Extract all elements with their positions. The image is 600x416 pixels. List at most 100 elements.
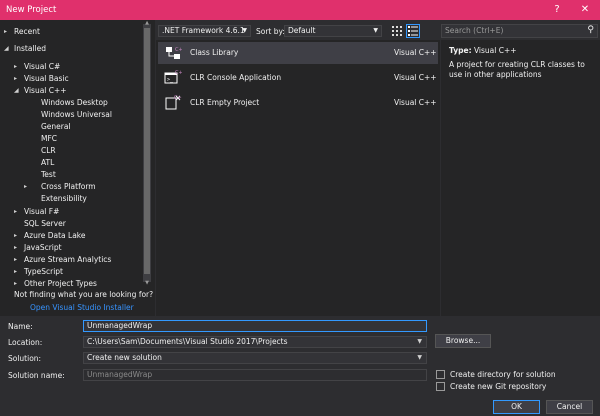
tree-item[interactable]: ▸ JavaScript: [14, 242, 62, 254]
tree-item-label: Azure Data Lake: [24, 231, 86, 240]
tree-item-label: Windows Desktop: [41, 98, 108, 107]
help-button[interactable]: ?: [550, 3, 564, 17]
tree-item-label: MFC: [41, 134, 58, 143]
create-git-label: Create new Git repository: [450, 382, 547, 391]
sort-by-label: Sort by:: [256, 27, 285, 36]
tree-scrollbar[interactable]: ▲ ▼: [143, 20, 151, 286]
tree-item[interactable]: Windows Desktop: [24, 97, 108, 109]
description-panel: Type: Visual C++ A project for creating …: [441, 40, 600, 316]
tree-item[interactable]: MFC: [24, 133, 57, 145]
list-view-button[interactable]: [406, 24, 420, 38]
tree-item[interactable]: ▸ Cross Platform: [24, 181, 96, 193]
type-line: Type: Visual C++: [449, 46, 517, 55]
solution-select[interactable]: Create new solution ▼: [83, 352, 427, 364]
tree-item[interactable]: CLR: [24, 145, 56, 157]
sort-select[interactable]: Default ▼: [284, 25, 382, 37]
create-directory-label: Create directory for solution: [450, 370, 556, 379]
title-bar: New Project ? ✕: [0, 0, 600, 20]
template-row[interactable]: C++ CLR Empty Project Visual C++: [158, 92, 438, 114]
collapse-arrow-icon[interactable]: ◢: [4, 43, 9, 55]
solution-label: Solution:: [8, 354, 42, 363]
name-label: Name:: [8, 322, 33, 331]
chevron-down-icon: ▼: [242, 27, 247, 34]
project-form: Name: UnmanagedWrap Location: C:\Users\S…: [0, 316, 600, 416]
tree-item[interactable]: Test: [24, 169, 56, 181]
expand-arrow-icon[interactable]: ▸: [14, 61, 17, 73]
tree-item[interactable]: ▸ Recent: [4, 26, 40, 38]
search-icon[interactable]: ⚲: [587, 24, 594, 36]
tree-item-label: General: [41, 122, 71, 131]
tree-item[interactable]: ▸ Azure Stream Analytics: [14, 254, 111, 266]
template-language: Visual C++: [394, 73, 437, 82]
scrollbar-thumb[interactable]: [144, 28, 150, 274]
browse-button[interactable]: Browse...: [435, 334, 491, 348]
tree-item-label: ATL: [41, 158, 55, 167]
tree-item[interactable]: General: [24, 121, 71, 133]
tree-item[interactable]: ▸ Visual F#: [14, 206, 59, 218]
tree-item[interactable]: ▸ Visual Basic: [14, 73, 69, 85]
template-language: Visual C++: [394, 48, 437, 57]
sort-value: Default: [288, 26, 316, 35]
tree-item[interactable]: ▸ Visual C#: [14, 61, 60, 73]
template-row[interactable]: C++ Class Library Visual C++: [158, 42, 438, 64]
expand-arrow-icon[interactable]: ▸: [14, 254, 17, 266]
expand-arrow-icon[interactable]: ▸: [14, 206, 17, 218]
close-button[interactable]: ✕: [578, 3, 592, 17]
search-input[interactable]: Search (Ctrl+E) ⚲: [441, 24, 598, 38]
tree-item[interactable]: ATL: [24, 157, 54, 169]
solution-name-field[interactable]: UnmanagedWrap: [83, 369, 427, 381]
name-field[interactable]: UnmanagedWrap: [83, 320, 427, 332]
description-text: A project for creating CLR classes to us…: [449, 60, 585, 79]
search-placeholder: Search (Ctrl+E): [445, 26, 504, 35]
tree-item-label: Visual C++: [24, 86, 67, 95]
tree-item-label: CLR: [41, 146, 56, 155]
tree-item-label: Visual C#: [24, 62, 61, 71]
framework-select[interactable]: .NET Framework 4.6.1 ▼: [158, 25, 251, 37]
tree-item-label: Installed: [14, 44, 46, 53]
grid-view-icon: [392, 26, 402, 36]
ok-button[interactable]: OK: [493, 400, 540, 414]
scroll-up-arrow[interactable]: ▲: [143, 20, 151, 26]
framework-value: .NET Framework 4.6.1: [162, 26, 245, 35]
expand-arrow-icon[interactable]: ▸: [24, 181, 27, 193]
chevron-down-icon: ▼: [417, 354, 422, 361]
type-value: Visual C++: [473, 46, 517, 55]
tree-item-label: Azure Stream Analytics: [24, 255, 112, 264]
expand-arrow-icon[interactable]: ▸: [14, 266, 17, 278]
cancel-button[interactable]: Cancel: [546, 400, 593, 414]
tree-item-label: Extensibility: [41, 194, 87, 203]
create-git-checkbox[interactable]: [436, 382, 445, 391]
tree-item[interactable]: ▸ TypeScript: [14, 266, 63, 278]
tree-item-label: Cross Platform: [41, 182, 96, 191]
tree-item[interactable]: Windows Universal: [24, 109, 112, 121]
location-field[interactable]: C:\Users\Sam\Documents\Visual Studio 201…: [83, 336, 427, 348]
expand-arrow-icon[interactable]: ▸: [14, 230, 17, 242]
chevron-down-icon: ▼: [373, 27, 378, 34]
tree-item[interactable]: ▸ Azure Data Lake: [14, 230, 86, 242]
open-installer-link[interactable]: Open Visual Studio Installer: [30, 303, 134, 312]
tree-item[interactable]: ◢ Installed: [4, 43, 46, 55]
expand-arrow-icon[interactable]: ▸: [14, 73, 17, 85]
expand-arrow-icon[interactable]: ▸: [4, 26, 7, 38]
tree-item-label: Visual F#: [24, 207, 60, 216]
scroll-down-arrow[interactable]: ▼: [143, 280, 151, 286]
type-label: Type:: [449, 46, 472, 55]
tree-item-label: TypeScript: [24, 267, 63, 276]
tree-item[interactable]: SQL Server: [14, 218, 66, 230]
template-name: CLR Empty Project: [190, 98, 260, 107]
medium-icons-view-button[interactable]: [390, 24, 404, 38]
create-directory-checkbox[interactable]: [436, 370, 445, 379]
template-row[interactable]: >_C++CLR Console ApplicationVisual C++: [158, 67, 438, 89]
tree-item[interactable]: Extensibility: [24, 193, 87, 205]
tree-item[interactable]: ▸ Other Project Types: [14, 278, 97, 290]
svg-text:>_: >_: [167, 77, 174, 83]
expand-arrow-icon[interactable]: ▸: [14, 242, 17, 254]
expand-arrow-icon[interactable]: ▸: [14, 278, 17, 290]
empty-project-icon: C++: [164, 94, 186, 112]
collapse-arrow-icon[interactable]: ◢: [14, 85, 19, 97]
list-view-icon: [408, 26, 418, 36]
svg-text:C++: C++: [175, 70, 182, 76]
tree-item-label: Test: [41, 170, 56, 179]
tree-item[interactable]: ◢ Visual C++: [14, 85, 67, 97]
template-list: C++Class LibraryVisual C++ >_C++CLR Conso…: [156, 40, 440, 316]
